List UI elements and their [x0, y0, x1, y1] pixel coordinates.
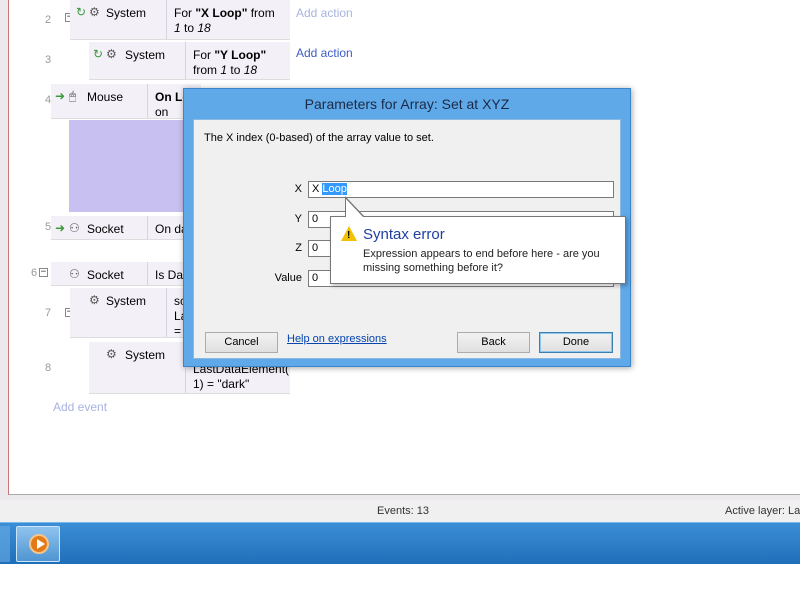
row-number: 7	[45, 307, 52, 319]
taskbar-app-button[interactable]	[16, 526, 60, 562]
dialog-title: Parameters for Array: Set at XYZ	[304, 96, 510, 112]
loop-icon: ↻	[93, 47, 104, 61]
collapse-toggle[interactable]: −	[39, 268, 48, 277]
taskbar	[0, 522, 800, 564]
object-name: Socket	[87, 222, 124, 236]
object-name: System	[106, 294, 147, 308]
param-label-y: Y	[294, 213, 302, 225]
done-button[interactable]: Done	[539, 332, 613, 353]
divider	[147, 84, 148, 118]
cancel-button[interactable]: Cancel	[205, 332, 278, 353]
loop-icon: ↻	[76, 5, 87, 19]
row-number: 3	[45, 54, 52, 66]
condition-text: For "X Loop" from 1 to 18	[174, 6, 275, 35]
socket-icon: ⚇	[69, 221, 80, 235]
active-layer: Active layer: La	[725, 505, 800, 517]
divider	[147, 262, 148, 285]
row-number: 6	[31, 267, 38, 279]
condition-system-y-loop[interactable]: ↻ ⚙ System For "Y Loop" from 1 to 18	[89, 42, 290, 80]
back-button[interactable]: Back	[457, 332, 530, 353]
gear-icon: ⚙	[89, 5, 100, 19]
object-name: System	[125, 48, 166, 62]
tooltip-title: Syntax error	[363, 226, 445, 243]
selected-event-area[interactable]	[69, 120, 199, 212]
blank-area	[0, 564, 800, 600]
param-label-value: Value	[274, 272, 302, 284]
object-name: System	[125, 348, 166, 362]
divider	[166, 288, 167, 337]
socket-icon: ⚇	[69, 267, 80, 281]
taskbar-edge	[0, 526, 10, 562]
parameter-description: The X index (0-based) of the array value…	[204, 132, 434, 144]
row-number: 8	[45, 362, 52, 374]
condition-text: For "Y Loop" from 1 to 18	[193, 48, 267, 77]
add-event-link[interactable]: Add event	[53, 400, 107, 414]
gear-icon: ⚙	[106, 347, 117, 361]
selected-text: Loop	[322, 183, 347, 195]
arrow-right-icon: ➜	[55, 89, 66, 103]
condition-socket-on-data[interactable]: ➜ ⚇ Socket On da	[51, 216, 201, 240]
param-label-z: Z	[295, 242, 302, 254]
object-name: Socket	[87, 268, 124, 282]
condition-text: Is Dat	[155, 268, 187, 282]
object-name: Mouse	[87, 90, 124, 104]
row-number: 2	[45, 14, 52, 26]
syntax-error-tooltip: ! Syntax error Expression appears to end…	[330, 216, 626, 284]
construct-app-icon	[29, 534, 49, 554]
condition-mouse[interactable]: ➜ 🖱 Mouse On Le on	[51, 84, 201, 119]
warning-icon-mark: !	[347, 230, 351, 241]
arrow-right-icon: ➜	[55, 221, 66, 235]
divider	[185, 42, 186, 79]
gear-icon: ⚙	[106, 47, 117, 61]
object-name: System	[106, 6, 147, 20]
help-on-expressions-link[interactable]: Help on expressions	[287, 333, 387, 345]
gear-icon: ⚙	[89, 293, 100, 307]
param-label-x: X	[294, 183, 302, 195]
divider	[147, 216, 148, 239]
status-bar: Events: 13 Active layer: La	[0, 500, 800, 522]
condition-system-x-loop[interactable]: ↻ ⚙ System For "X Loop" from 1 to 18	[70, 0, 290, 40]
tooltip-pointer-fill	[346, 199, 363, 217]
add-action-link[interactable]: Add action	[296, 6, 353, 20]
condition-system-compare[interactable]: ⚙ System sc La =	[70, 288, 200, 338]
events-count: Events: 13	[377, 505, 429, 517]
condition-socket-is-data[interactable]: ⚇ Socket Is Dat	[51, 262, 201, 286]
add-action-link[interactable]: Add action	[296, 46, 353, 60]
mouse-icon: 🖱	[69, 89, 77, 103]
tooltip-message: Expression appears to end before here - …	[363, 248, 600, 274]
divider	[166, 0, 167, 39]
